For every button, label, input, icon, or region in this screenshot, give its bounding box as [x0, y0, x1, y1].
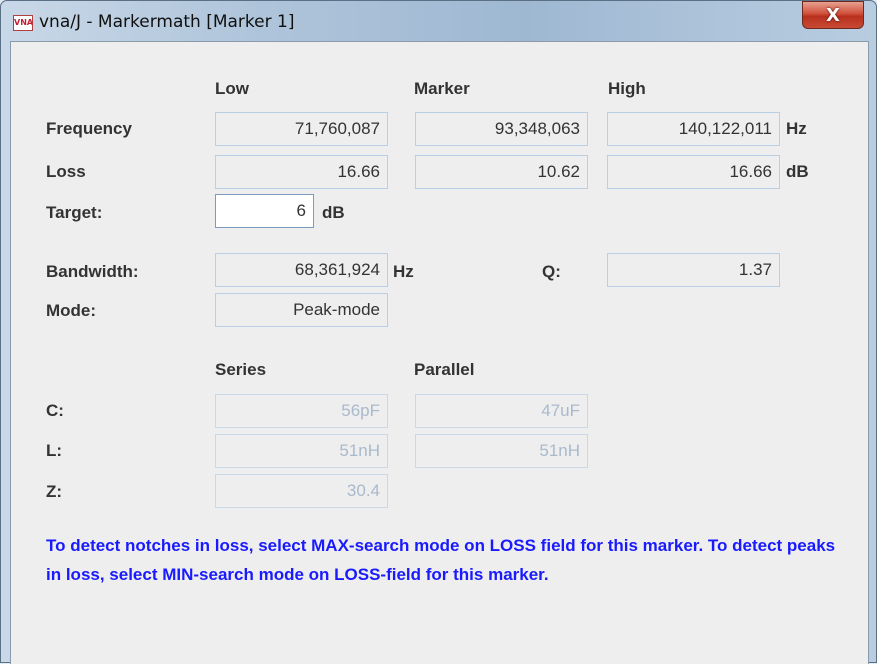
header-low: Low [215, 79, 249, 98]
info-text: To detect notches in loss, select MAX-se… [46, 536, 836, 584]
target-input[interactable]: 6 [215, 194, 314, 228]
header-parallel: Parallel [414, 360, 475, 379]
q-label: Q: [542, 262, 561, 281]
l-series-field: 51nH [215, 434, 388, 468]
close-button[interactable]: X [802, 1, 864, 29]
l-parallel-field: 51nH [415, 434, 588, 468]
frequency-label: Frequency [46, 119, 132, 138]
loss-label: Loss [46, 162, 86, 181]
loss-high-field: 16.66 [607, 155, 780, 189]
header-marker: Marker [414, 79, 470, 98]
header-series: Series [215, 360, 267, 379]
z-series-field: 30.4 [215, 474, 388, 508]
window-title: vna/J - Markermath [Marker 1] [39, 12, 295, 32]
vnaj-app-icon[interactable]: VNA [13, 15, 33, 31]
loss-low-field: 16.66 [215, 155, 388, 189]
frequency-marker-field: 93,348,063 [415, 112, 588, 146]
bandwidth-unit: Hz [393, 262, 414, 281]
markermath-window: VNA vna/J - Markermath [Marker 1] X Low … [0, 0, 877, 664]
bandwidth-label: Bandwidth: [46, 262, 139, 281]
header-high: High [608, 79, 646, 98]
title-bar[interactable]: VNA vna/J - Markermath [Marker 1] X [1, 1, 876, 41]
c-parallel-field: 47uF [415, 394, 588, 428]
bandwidth-field: 68,361,924 [215, 253, 388, 287]
c-series-field: 56pF [215, 394, 388, 428]
c-label: C: [46, 401, 64, 420]
mode-field: Peak-mode [215, 293, 388, 327]
mode-label: Mode: [46, 301, 97, 320]
l-label: L: [46, 441, 63, 460]
loss-marker-field: 10.62 [415, 155, 588, 189]
frequency-unit: Hz [786, 119, 807, 138]
close-icon: X [826, 5, 840, 26]
z-label: Z: [46, 482, 63, 501]
loss-unit: dB [786, 162, 809, 181]
target-unit: dB [322, 203, 345, 222]
dialog-content: Low Marker High Frequency 71,760,087 93,… [10, 41, 869, 664]
q-field: 1.37 [607, 253, 780, 287]
target-label: Target: [46, 203, 103, 222]
frequency-low-field: 71,760,087 [215, 112, 388, 146]
frequency-high-field: 140,122,011 [607, 112, 780, 146]
